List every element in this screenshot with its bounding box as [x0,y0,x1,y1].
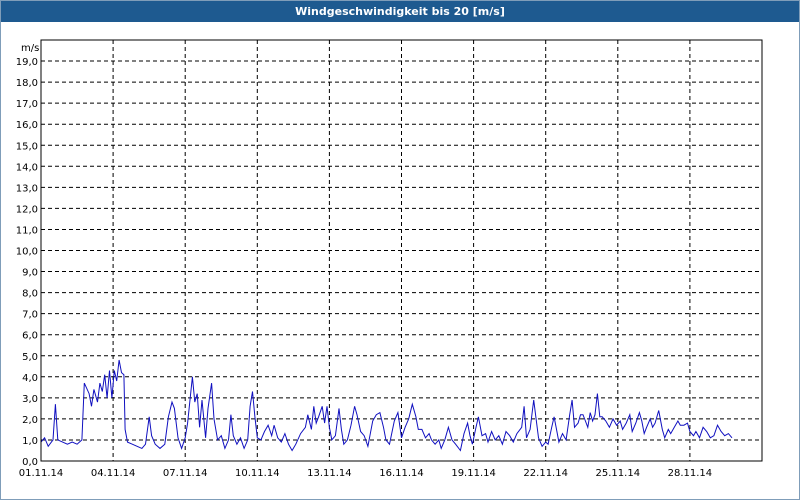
y-tick-label: 1,0 [22,436,38,447]
x-tick-label: 04.11.14 [91,468,136,479]
wind-speed-chart: m/s 0,0 1,0 2,0 3,0 4,0 5,0 6,0 7,0 8,0 9,0 10,0 11… [16,39,763,479]
y-tick-label: 3,0 [22,394,38,405]
y-tick-label: 6,0 [22,331,38,342]
grid-lines [41,40,762,461]
y-tick-label: 5,0 [22,352,38,363]
x-tick-label: 13.11.14 [307,468,352,479]
x-tick-labels: 01.11.14 04.11.14 07.11.14 10.11.14 13.11.14… [19,468,712,479]
x-tick-label: 10.11.14 [235,468,280,479]
x-tick-label: 22.11.14 [523,468,568,479]
y-tick-labels: 0,0 1,0 2,0 3,0 4,0 5,0 6,0 7,0 8,0 9,0 10,0 11,0 12… [16,57,38,468]
wind-speed-line [40,359,733,452]
chart-window: Windgeschwindigkeit bis 20 [m/s] m/s 0,0… [0,0,800,500]
y-tick-label: 14,0 [16,162,38,173]
x-tick-label: 19.11.14 [451,468,496,479]
y-tick-label: 11,0 [16,225,38,236]
x-tick-label: 28.11.14 [668,468,713,479]
y-tick-label: 4,0 [22,373,38,384]
y-tick-label: 2,0 [22,415,38,426]
y-tick-label: 18,0 [16,78,38,89]
y-tick-label: 13,0 [16,183,38,194]
y-tick-label: 17,0 [16,99,38,110]
x-tick-label: 01.11.14 [19,468,64,479]
chart-title: Windgeschwindigkeit bis 20 [m/s] [1,1,799,22]
y-tick-label: 8,0 [22,289,38,300]
y-tick-label: 19,0 [16,57,38,68]
y-axis-unit-label: m/s [21,43,39,54]
x-tick-label: 16.11.14 [379,468,424,479]
y-tick-label: 10,0 [16,247,38,258]
y-tick-label: 12,0 [16,204,38,215]
y-tick-label: 7,0 [22,310,38,321]
x-tick-label: 25.11.14 [596,468,641,479]
x-tick-label: 07.11.14 [163,468,208,479]
y-tick-label: 0,0 [22,457,38,468]
y-tick-label: 15,0 [16,141,38,152]
y-tick-label: 16,0 [16,120,38,131]
y-tick-label: 9,0 [22,268,38,279]
